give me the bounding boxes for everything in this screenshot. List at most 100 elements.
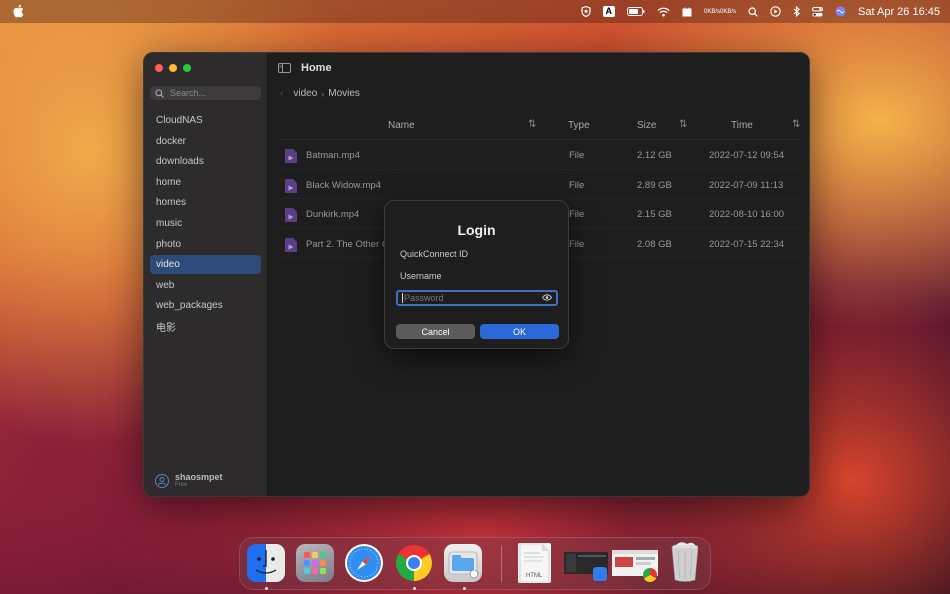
sort-icon[interactable]: ⇅ [528, 119, 536, 130]
chrome-icon[interactable] [395, 544, 433, 582]
sidebar-item-cloudnas[interactable]: CloudNAS [150, 111, 261, 130]
zoom-button[interactable] [183, 64, 191, 72]
ok-button[interactable]: OK [480, 324, 559, 339]
dock-divider [501, 546, 502, 582]
finder-icon[interactable] [247, 544, 285, 582]
file-name: Dunkirk.mp4 [306, 209, 360, 220]
sidebar-item-homes[interactable]: homes [150, 193, 261, 212]
search-icon[interactable] [748, 6, 758, 17]
menu-bar: A 0KB/s 0KB/s Sat Apr 26 16:45 [0, 0, 950, 23]
bluetooth-icon[interactable] [793, 6, 800, 17]
table-row[interactable]: Black Widow.mp4 File 2.89 GB 2022-07-09 … [278, 170, 802, 199]
sort-icon[interactable]: ⇅ [792, 119, 800, 130]
sidebar-item-label: CloudNAS [156, 115, 203, 126]
battery-icon[interactable] [627, 7, 645, 16]
apple-icon[interactable] [12, 4, 24, 18]
video-file-icon [285, 178, 297, 193]
file-time: 2022-07-15 22:34 [709, 238, 785, 250]
text-cursor [402, 293, 403, 303]
sidebar-item-home[interactable]: home [150, 173, 261, 192]
sidebar-item-label: web_packages [156, 300, 223, 312]
sidebar-item-downloads[interactable]: downloads [150, 152, 261, 171]
file-time: 2022-07-12 09:54 [709, 150, 785, 161]
toolbar: Home [268, 53, 809, 83]
column-header-size[interactable]: Size [637, 120, 656, 131]
sidebar-item-label: docker [156, 135, 187, 147]
sidebar-item-label: photo [156, 238, 182, 250]
quickconnect-id-label: QuickConnect ID [400, 249, 469, 259]
sidebar-toggle-icon[interactable] [278, 63, 291, 73]
password-placeholder: Password [404, 293, 444, 303]
password-field[interactable]: Password [396, 290, 558, 306]
quickconnect-id-field[interactable]: QuickConnect ID [396, 246, 558, 262]
files-icon[interactable] [444, 544, 482, 582]
file-type: File [569, 209, 585, 220]
search-input[interactable]: Search... [150, 86, 261, 100]
video-file-icon [285, 208, 297, 222]
sidebar-list: CloudNAS docker downloads home homes mus… [150, 111, 261, 338]
file-size: 2.89 GB [637, 179, 672, 191]
wifi-icon[interactable] [657, 7, 670, 17]
html-document-icon[interactable]: HTML [518, 543, 551, 583]
sidebar-item-label: homes [156, 197, 187, 209]
file-time: 2022-07-09 11:13 [709, 179, 784, 191]
sidebar-item-label: downloads [156, 156, 204, 168]
cancel-button[interactable]: Cancel [396, 324, 475, 339]
sort-icon[interactable]: ⇅ [679, 119, 687, 130]
video-file-icon [285, 237, 297, 252]
table-header: Name ⇅ Type Size ⇅ Time ⇅ [278, 110, 802, 140]
network-speed[interactable]: 0KB/s 0KB/s [704, 9, 736, 15]
sidebar-item-docker[interactable]: docker [150, 132, 261, 151]
document-label: HTML [526, 573, 543, 579]
user-name: shaosmpet [175, 472, 223, 482]
siri-icon[interactable] [835, 6, 846, 17]
cancel-label: Cancel [421, 326, 450, 337]
column-header-time[interactable]: Time [731, 120, 753, 131]
minimize-button[interactable] [169, 64, 177, 72]
file-size: 2.08 GB [637, 238, 672, 250]
window-controls [155, 64, 191, 72]
file-size: 2.15 GB [637, 209, 672, 220]
breadcrumb-item-movies[interactable]: Movies [328, 88, 360, 99]
safari-icon[interactable] [345, 544, 383, 582]
control-center-icon[interactable] [812, 6, 824, 17]
sidebar: Search... CloudNAS docker downloads home… [144, 53, 268, 496]
sidebar-item-label: web [156, 279, 175, 291]
sidebar-item-web-packages[interactable]: web_packages [150, 296, 261, 315]
file-name: Part 2. The Other C [306, 238, 389, 250]
eye-icon[interactable] [542, 294, 552, 301]
sidebar-item-movies-cn[interactable]: 电影 [150, 317, 261, 336]
input-source-icon[interactable]: A [602, 6, 616, 17]
dialog-title: Login [457, 222, 496, 238]
column-header-type[interactable]: Type [568, 120, 590, 131]
breadcrumb-item-video[interactable]: video [293, 88, 317, 99]
app-menu-icon[interactable] [682, 6, 692, 17]
back-icon[interactable]: ‹ [280, 88, 283, 99]
play-icon[interactable] [770, 6, 781, 17]
ok-label: OK [512, 326, 526, 337]
chevron-right-icon: › [321, 88, 325, 99]
file-type: File [569, 179, 585, 191]
table-row[interactable]: Batman.mp4 File 2.12 GB 2022-07-12 09:54 [278, 140, 802, 170]
file-size: 2.12 GB [637, 150, 672, 161]
sidebar-item-video[interactable]: video [150, 255, 261, 275]
sidebar-item-label: home [156, 176, 182, 188]
column-header-name[interactable]: Name [388, 120, 415, 131]
username-field[interactable]: Username [396, 268, 558, 284]
window-title: Home [301, 62, 332, 74]
dock: HTML [239, 537, 711, 590]
user-account[interactable]: shaosmpet Free [155, 472, 223, 489]
app-badge-icon [593, 567, 607, 581]
datetime[interactable]: Sat Apr 26 16:45 [858, 6, 940, 18]
close-button[interactable] [155, 64, 163, 72]
sidebar-item-web[interactable]: web [150, 276, 261, 295]
sidebar-item-music[interactable]: music [150, 214, 261, 233]
sidebar-item-photo[interactable]: photo [150, 235, 261, 254]
sidebar-item-label: video [156, 259, 180, 271]
running-indicator [413, 587, 416, 590]
launchpad-icon[interactable] [296, 544, 334, 582]
trash-icon[interactable] [667, 541, 703, 583]
shield-icon[interactable] [580, 6, 591, 17]
file-name: Black Widow.mp4 [306, 179, 381, 191]
user-icon [158, 476, 166, 485]
